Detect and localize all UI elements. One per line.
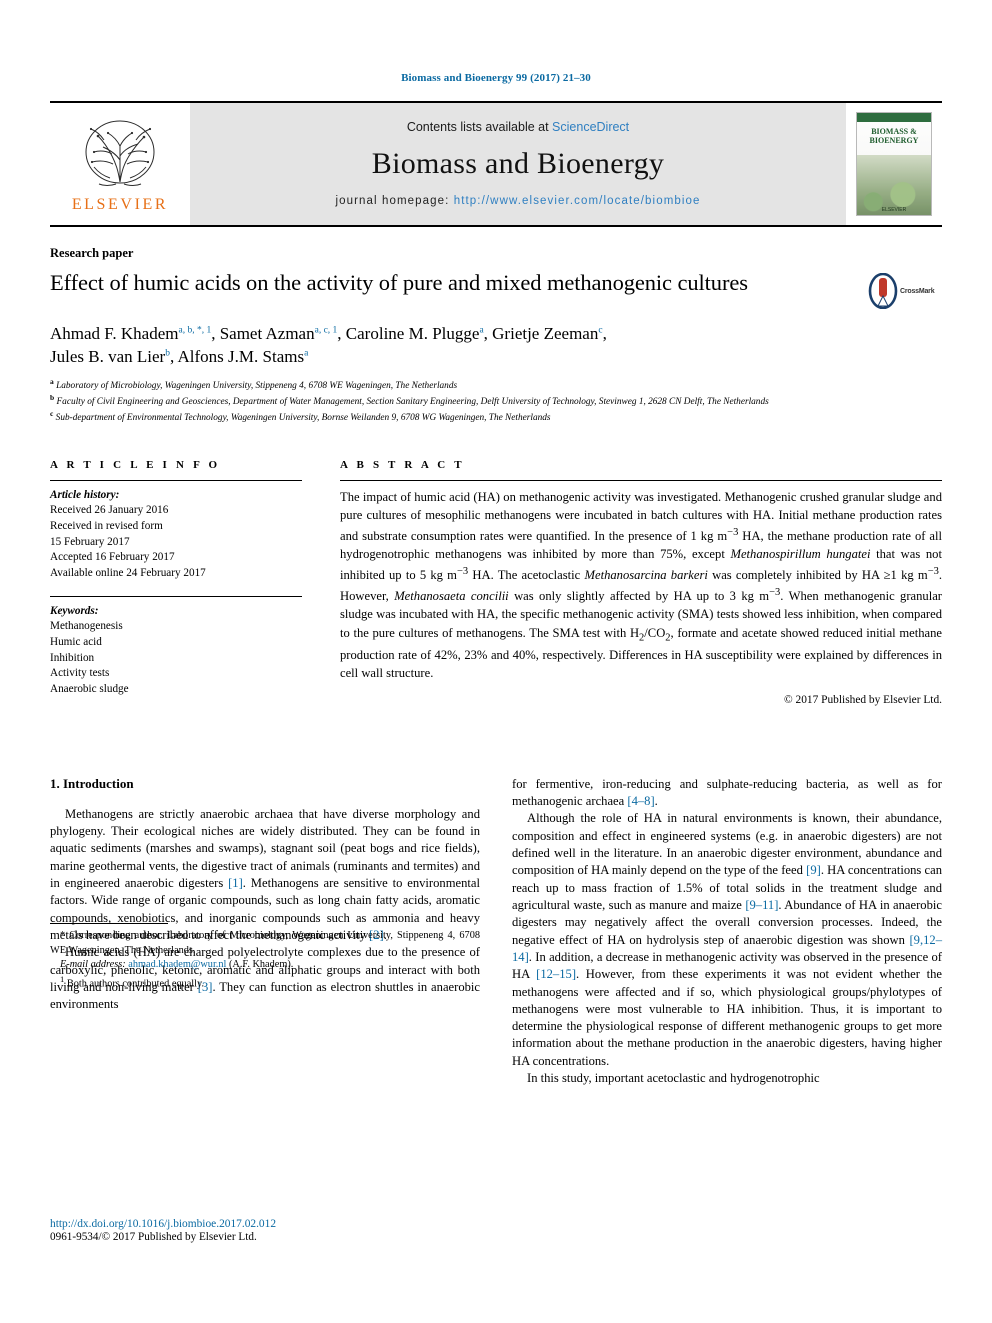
keywords-label: Keywords: (50, 604, 99, 617)
affiliation-text: Faculty of Civil Engineering and Geoscie… (56, 397, 769, 408)
page-title: Effect of humic acids on the activity of… (50, 270, 748, 295)
footnote-equal-text: Both authors contributed equally. (66, 977, 205, 989)
cover-photo (857, 155, 931, 215)
footnote-divider (50, 923, 168, 925)
history-item: Accepted 16 February 2017 (50, 551, 175, 564)
author-name: Ahmad F. Khadem (50, 324, 179, 343)
journal-homepage-link[interactable]: http://www.elsevier.com/locate/biombioe (454, 195, 701, 207)
author-name: , Caroline M. Plugge (337, 324, 480, 343)
keyword-item: Anaerobic sludge (50, 683, 129, 696)
homepage-prefix: journal homepage: (335, 194, 454, 207)
affiliation-mark: b (50, 393, 55, 403)
footnote-email: E-mail address: ahmad.khadem@wur.nl (A.F… (50, 958, 480, 972)
email-label: E-mail address: (60, 959, 126, 971)
keyword-item: Methanogenesis (50, 620, 123, 633)
affiliation-mark: a (50, 376, 54, 386)
footnote-mark: 1 (60, 973, 65, 984)
affiliation-item: b Faculty of Civil Engineering and Geosc… (50, 393, 942, 409)
journal-cover-thumbnail: BIOMASS & BIOENERGY ELSEVIER (846, 103, 942, 225)
keyword-item: Activity tests (50, 667, 110, 680)
elsevier-logo: ELSEVIER (50, 103, 190, 225)
cover-top-bar (857, 113, 931, 122)
contents-available-line: Contents lists available at ScienceDirec… (407, 120, 629, 134)
paragraph: Although the role of HA in natural envir… (512, 811, 942, 1068)
affiliations: a Laboratory of Microbiology, Wageningen… (50, 377, 942, 426)
affiliation-mark: c (50, 409, 54, 419)
footnote-corresponding-author: * Corresponding author. Laboratory of Mi… (50, 930, 480, 956)
author-affil-mark: a, c, 1 (314, 325, 338, 336)
paragraph: for fermentive, iron-reducing and sulpha… (512, 776, 942, 809)
footnote-region: * Corresponding author. Laboratory of Mi… (50, 923, 480, 991)
divider (50, 479, 302, 481)
sciencedirect-link[interactable]: ScienceDirect (552, 120, 629, 134)
citation-ref[interactable]: [12–15] (536, 967, 576, 981)
paper-page: Biomass and Bioenergy 99 (2017) 21–30 EL… (0, 0, 992, 1323)
paragraph: In this study, important acetoclastic an… (527, 1071, 820, 1086)
author-separator: , (602, 324, 607, 343)
doi-link[interactable]: http://dx.doi.org/10.1016/j.biombioe.201… (50, 1218, 490, 1230)
keyword-item: Inhibition (50, 651, 95, 664)
divider (340, 479, 942, 481)
affiliation-text: Laboratory of Microbiology, Wageningen U… (56, 381, 458, 391)
journal-title: Biomass and Bioenergy (371, 146, 665, 180)
author-list: Ahmad F. Khadema, b, *, 1, Samet Azmana,… (50, 322, 942, 369)
abstract-heading: A B S T R A C T (340, 458, 465, 471)
footnote-equal-contribution: 1 Both authors contributed equally. (50, 973, 480, 992)
citation-ref[interactable]: [9] (806, 863, 821, 877)
footnotes: * Corresponding author. Laboratory of Mi… (50, 929, 480, 991)
body-column-right: for fermentive, iron-reducing and sulpha… (512, 776, 942, 1088)
affiliation-item: c Sub-department of Environmental Techno… (50, 409, 942, 425)
citation-ref[interactable]: [1] (228, 876, 243, 890)
section-heading-introduction: 1. Introduction (50, 775, 134, 791)
crossmark-label: CrossMark (900, 287, 935, 295)
author-name: , Grietje Zeeman (483, 324, 599, 343)
masthead-bottom-rule (50, 225, 942, 227)
history-item: Received 26 January 2016 (50, 504, 169, 517)
history-item: 15 February 2017 (50, 535, 130, 548)
author-affil-mark: a, b, *, 1 (178, 325, 212, 336)
abstract-text: The impact of humic acid (HA) on methano… (340, 489, 943, 681)
body-columns: 1. Introduction Methanogens are strictly… (50, 776, 942, 1088)
author-name: , Samet Azman (211, 324, 315, 343)
affiliation-item: a Laboratory of Microbiology, Wageningen… (50, 377, 942, 393)
history-item: Available online 24 February 2017 (50, 567, 206, 580)
keywords-block: Keywords: Methanogenesis Humic acid Inhi… (50, 604, 302, 698)
page-footer: http://dx.doi.org/10.1016/j.biombioe.201… (50, 1218, 490, 1243)
divider (50, 595, 302, 597)
email-link[interactable]: ahmad.khadem@wur.nl (128, 959, 226, 970)
citation-ref[interactable]: [9,12–14] (512, 933, 942, 964)
keyword-item: Humic acid (50, 636, 102, 649)
journal-homepage-line: journal homepage: http://www.elsevier.co… (335, 195, 700, 207)
issn-copyright: 0961-9534/© 2017 Published by Elsevier L… (50, 1231, 257, 1243)
article-type: Research paper (50, 246, 134, 260)
cover-publisher: ELSEVIER (881, 207, 907, 213)
crossmark-icon (868, 273, 898, 309)
elsevier-wordmark: ELSEVIER (71, 196, 169, 213)
contents-prefix: Contents lists available at (406, 119, 553, 134)
crossmark-badge[interactable]: CrossMark (868, 273, 942, 309)
history-item: Received in revised form (50, 520, 163, 533)
elsevier-tree-icon (85, 120, 155, 186)
author-name: , Alfons J.M. Stams (169, 347, 305, 367)
article-history-label: Article history: (50, 488, 120, 501)
article-info-column: A R T I C L E I N F O Article history: R… (50, 459, 302, 706)
body-column-left: 1. Introduction Methanogens are strictly… (50, 776, 480, 1088)
cover-title: BIOMASS & BIOENERGY (869, 127, 919, 146)
email-owner: (A.F. Khadem). (228, 959, 294, 971)
affiliation-text: Sub-department of Environmental Technolo… (55, 413, 551, 424)
abstract-copyright: © 2017 Published by Elsevier Ltd. (784, 693, 942, 706)
masthead-center: Contents lists available at ScienceDirec… (190, 103, 846, 225)
author-name: Jules B. van Lier (50, 347, 166, 367)
running-head: Biomass and Bioenergy 99 (2017) 21–30 (401, 72, 591, 84)
citation-ref[interactable]: [9–11] (745, 898, 778, 912)
author-affil-mark: a (304, 348, 309, 359)
info-abstract-region: A R T I C L E I N F O Article history: R… (50, 459, 942, 706)
journal-masthead: ELSEVIER Contents lists available at Sci… (50, 101, 942, 225)
abstract-column: A B S T R A C T The impact of humic acid… (340, 459, 942, 706)
citation-ref[interactable]: [4–8] (627, 794, 654, 808)
title-row: Effect of humic acids on the activity of… (50, 269, 942, 309)
article-info-heading: A R T I C L E I N F O (50, 458, 221, 471)
article-history: Article history: Received 26 January 201… (50, 488, 302, 582)
